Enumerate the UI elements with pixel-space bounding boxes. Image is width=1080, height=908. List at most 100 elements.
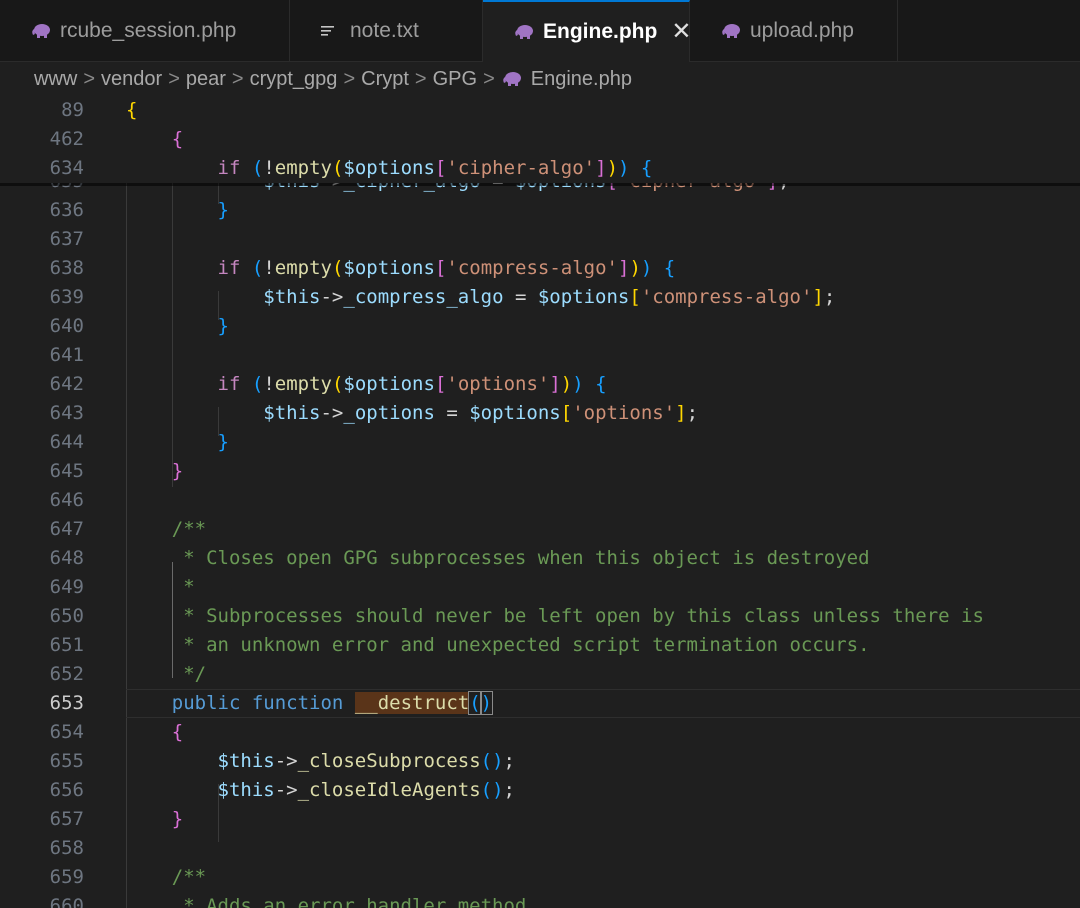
code-token: _compress_algo (343, 286, 504, 308)
code-line[interactable]: 650 * Subprocesses should never be left … (0, 602, 1080, 631)
line-code: } (126, 196, 229, 225)
code-token: ; (503, 750, 515, 772)
code-line[interactable]: 659 /** (0, 863, 1080, 892)
code-token: [ (629, 286, 641, 308)
code-token: ( (331, 257, 344, 279)
code-line[interactable]: 654 { (0, 718, 1080, 747)
line-code: } (126, 457, 183, 486)
line-code: /** (126, 515, 206, 544)
code-token: ( (251, 373, 264, 395)
line-code: * Subprocesses should never be left open… (126, 602, 984, 631)
code-line[interactable]: 648 * Closes open GPG subprocesses when … (0, 544, 1080, 573)
code-line[interactable]: 656 $this->_closeIdleAgents(); (0, 776, 1080, 805)
code-token: ] (595, 157, 607, 179)
code-line[interactable]: 89 { (0, 96, 1080, 125)
breadcrumb-item[interactable]: crypt_gpg (250, 68, 338, 91)
sticky-scroll-header[interactable]: 89{462 {634 if (!empty($options['cipher-… (0, 96, 1080, 183)
breadcrumb-item[interactable]: Engine.php (531, 68, 632, 91)
breadcrumb-item[interactable]: Crypt (361, 68, 409, 91)
chevron-right-icon: > (414, 67, 427, 90)
code-line[interactable]: 660 * Adds an error handler method. (0, 892, 1080, 908)
line-number: 636 (49, 199, 84, 221)
line-number: 641 (49, 344, 84, 366)
line-number: 658 (49, 837, 84, 859)
code-line[interactable]: 643 $this->_options = $options['options'… (0, 399, 1080, 428)
code-line[interactable]: 658 (0, 834, 1080, 863)
code-token: } (217, 431, 229, 453)
code-token: { (595, 373, 607, 395)
code-line[interactable]: 655 $this->_closeSubprocess(); (0, 747, 1080, 776)
line-number: 640 (49, 315, 84, 337)
line-code: } (126, 428, 229, 457)
code-line[interactable]: 653 public function __destruct() (0, 689, 1080, 718)
code-token: ! (263, 157, 275, 179)
code-token: 'cipher-algo' (446, 157, 596, 179)
code-line[interactable]: 651 * an unknown error and unexpected sc… (0, 631, 1080, 660)
line-number: 657 (49, 808, 84, 830)
php-elephant-icon (501, 71, 523, 87)
code-line[interactable]: 634 if (!empty($options['cipher-algo']))… (0, 154, 1080, 183)
code-line[interactable]: 640 } (0, 312, 1080, 341)
line-number: 462 (49, 128, 84, 150)
code-editor[interactable]: 89{462 {634 if (!empty($options['cipher-… (0, 96, 1080, 908)
code-token: ( (251, 157, 264, 179)
breadcrumb-item[interactable]: vendor (101, 68, 162, 91)
line-code: { (126, 718, 183, 747)
code-token: $options (469, 402, 561, 424)
breadcrumb-item[interactable]: GPG (433, 68, 477, 91)
tab-label: note.txt (350, 19, 419, 42)
code-token: empty (274, 373, 332, 395)
code-line[interactable]: 638 if (!empty($options['compress-algo']… (0, 254, 1080, 283)
code-line[interactable]: 637 (0, 225, 1080, 254)
line-code: * an unknown error and unexpected script… (126, 631, 869, 660)
tab-upload-php[interactable]: upload.php (690, 0, 898, 62)
code-token: } (171, 460, 184, 482)
chevron-right-icon: > (343, 67, 356, 90)
code-line[interactable]: 642 if (!empty($options['options'])) { (0, 370, 1080, 399)
code-token: ; (503, 779, 515, 801)
tab-engine-php[interactable]: Engine.php ✕ (483, 0, 691, 62)
code-line[interactable]: 645 } (0, 457, 1080, 486)
code-line[interactable]: 462 { (0, 125, 1080, 154)
code-token: if (217, 157, 241, 179)
code-token: if (217, 257, 241, 279)
code-token: ! (263, 373, 275, 395)
code-line[interactable]: 649 * (0, 573, 1080, 602)
breadcrumb-item[interactable]: www (34, 68, 77, 91)
code-line[interactable]: 636 } (0, 196, 1080, 225)
tab-rcube_session-php[interactable]: rcube_session.php (0, 0, 290, 62)
code-token: ( (331, 373, 344, 395)
code-token: () (480, 750, 504, 772)
code-token: ) (629, 257, 641, 279)
code-token: ) (618, 157, 630, 179)
text-lines-icon (320, 23, 342, 39)
code-line[interactable]: 639 $this->_compress_algo = $options['co… (0, 283, 1080, 312)
code-token: [ (434, 373, 447, 395)
code-line[interactable]: 644 } (0, 428, 1080, 457)
code-line[interactable]: 646 (0, 486, 1080, 515)
code-line[interactable]: 647 /** (0, 515, 1080, 544)
tab-note-txt[interactable]: note.txt (290, 0, 483, 62)
line-number: 646 (49, 489, 84, 511)
code-line[interactable]: 657 } (0, 805, 1080, 834)
close-icon[interactable]: ✕ (671, 20, 691, 44)
code-token: 'options' (446, 373, 550, 395)
code-line[interactable]: 641 (0, 341, 1080, 370)
tab-label: Engine.php (543, 20, 658, 43)
line-number: 638 (49, 257, 84, 279)
line-number: 654 (49, 721, 84, 743)
code-line[interactable]: 652 */ (0, 660, 1080, 689)
breadcrumb-item[interactable]: pear (186, 68, 226, 91)
